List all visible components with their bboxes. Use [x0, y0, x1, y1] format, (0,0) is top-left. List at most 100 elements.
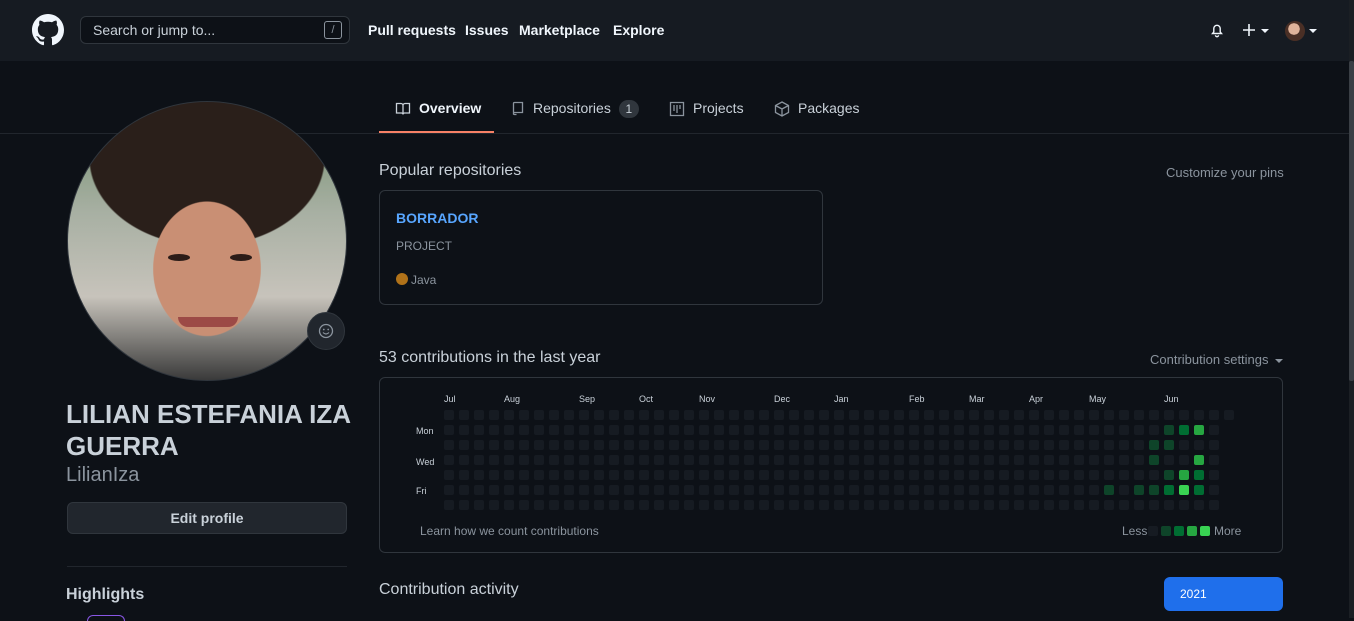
contribution-day-cell[interactable]: [744, 500, 754, 510]
contribution-day-cell[interactable]: [894, 470, 904, 480]
contribution-day-cell[interactable]: [999, 470, 1009, 480]
contribution-day-cell[interactable]: [579, 485, 589, 495]
contribution-day-cell[interactable]: [1104, 500, 1114, 510]
contribution-day-cell[interactable]: [684, 485, 694, 495]
contribution-day-cell[interactable]: [1164, 425, 1174, 435]
contribution-day-cell[interactable]: [1119, 410, 1129, 420]
contribution-day-cell[interactable]: [1149, 425, 1159, 435]
contribution-day-cell[interactable]: [624, 440, 634, 450]
contribution-day-cell[interactable]: [909, 425, 919, 435]
contribution-day-cell[interactable]: [1014, 500, 1024, 510]
contribution-day-cell[interactable]: [744, 470, 754, 480]
contribution-day-cell[interactable]: [474, 500, 484, 510]
contribution-day-cell[interactable]: [759, 455, 769, 465]
contribution-day-cell[interactable]: [1014, 410, 1024, 420]
contribution-day-cell[interactable]: [669, 485, 679, 495]
contribution-day-cell[interactable]: [954, 500, 964, 510]
contribution-day-cell[interactable]: [1209, 470, 1219, 480]
tab-packages[interactable]: Packages: [774, 100, 859, 134]
contribution-day-cell[interactable]: [729, 410, 739, 420]
contribution-day-cell[interactable]: [984, 455, 994, 465]
contribution-day-cell[interactable]: [1149, 470, 1159, 480]
contribution-day-cell[interactable]: [999, 425, 1009, 435]
contribution-day-cell[interactable]: [594, 425, 604, 435]
contribution-day-cell[interactable]: [699, 425, 709, 435]
contribution-day-cell[interactable]: [1014, 425, 1024, 435]
contribution-day-cell[interactable]: [474, 410, 484, 420]
contribution-day-cell[interactable]: [474, 485, 484, 495]
contribution-day-cell[interactable]: [1089, 500, 1099, 510]
contribution-day-cell[interactable]: [609, 500, 619, 510]
contribution-day-cell[interactable]: [564, 470, 574, 480]
contribution-day-cell[interactable]: [774, 485, 784, 495]
contribution-day-cell[interactable]: [744, 410, 754, 420]
contribution-day-cell[interactable]: [1104, 425, 1114, 435]
contribution-day-cell[interactable]: [534, 425, 544, 435]
contribution-day-cell[interactable]: [924, 470, 934, 480]
search-input[interactable]: Search or jump to... /: [80, 16, 350, 44]
contribution-day-cell[interactable]: [774, 500, 784, 510]
contribution-day-cell[interactable]: [459, 470, 469, 480]
contribution-day-cell[interactable]: [1044, 440, 1054, 450]
contribution-day-cell[interactable]: [459, 500, 469, 510]
contribution-day-cell[interactable]: [1194, 485, 1204, 495]
contribution-day-cell[interactable]: [819, 455, 829, 465]
contribution-day-cell[interactable]: [864, 440, 874, 450]
contribution-day-cell[interactable]: [774, 425, 784, 435]
contribution-day-cell[interactable]: [504, 500, 514, 510]
contribution-day-cell[interactable]: [1179, 440, 1189, 450]
contribution-day-cell[interactable]: [594, 485, 604, 495]
contribution-day-cell[interactable]: [1149, 410, 1159, 420]
contribution-day-cell[interactable]: [1059, 455, 1069, 465]
contribution-day-cell[interactable]: [729, 440, 739, 450]
contribution-day-cell[interactable]: [894, 425, 904, 435]
tab-overview[interactable]: Overview: [395, 100, 481, 134]
nav-marketplace[interactable]: Marketplace: [519, 22, 600, 38]
contribution-day-cell[interactable]: [1134, 410, 1144, 420]
contribution-day-cell[interactable]: [984, 440, 994, 450]
contribution-day-cell[interactable]: [984, 500, 994, 510]
contribution-day-cell[interactable]: [609, 470, 619, 480]
contribution-day-cell[interactable]: [489, 410, 499, 420]
contribution-day-cell[interactable]: [789, 500, 799, 510]
contribution-day-cell[interactable]: [699, 410, 709, 420]
contribution-day-cell[interactable]: [999, 500, 1009, 510]
contribution-day-cell[interactable]: [969, 425, 979, 435]
contribution-day-cell[interactable]: [804, 470, 814, 480]
contribution-day-cell[interactable]: [864, 425, 874, 435]
contribution-day-cell[interactable]: [609, 425, 619, 435]
contribution-day-cell[interactable]: [579, 470, 589, 480]
contribution-day-cell[interactable]: [624, 455, 634, 465]
contribution-day-cell[interactable]: [894, 500, 904, 510]
contribution-day-cell[interactable]: [774, 455, 784, 465]
contribution-day-cell[interactable]: [1089, 410, 1099, 420]
contribution-day-cell[interactable]: [1044, 410, 1054, 420]
contribution-day-cell[interactable]: [879, 470, 889, 480]
contribution-day-cell[interactable]: [639, 485, 649, 495]
contribution-day-cell[interactable]: [654, 410, 664, 420]
contribution-day-cell[interactable]: [1074, 410, 1084, 420]
contribution-day-cell[interactable]: [909, 440, 919, 450]
year-2021-button[interactable]: 2021: [1164, 577, 1283, 611]
contribution-day-cell[interactable]: [594, 500, 604, 510]
contribution-day-cell[interactable]: [849, 425, 859, 435]
contribution-day-cell[interactable]: [1209, 410, 1219, 420]
contribution-day-cell[interactable]: [1134, 500, 1144, 510]
contribution-day-cell[interactable]: [849, 470, 859, 480]
contribution-day-cell[interactable]: [1179, 485, 1189, 495]
contribution-day-cell[interactable]: [939, 500, 949, 510]
contribution-day-cell[interactable]: [639, 500, 649, 510]
contribution-day-cell[interactable]: [894, 485, 904, 495]
contribution-day-cell[interactable]: [489, 425, 499, 435]
user-avatar-menu[interactable]: [1285, 21, 1305, 41]
contribution-day-cell[interactable]: [1179, 410, 1189, 420]
contribution-day-cell[interactable]: [939, 470, 949, 480]
contribution-day-cell[interactable]: [654, 470, 664, 480]
contribution-day-cell[interactable]: [1179, 455, 1189, 465]
contribution-day-cell[interactable]: [909, 470, 919, 480]
contribution-day-cell[interactable]: [1104, 440, 1114, 450]
contribution-day-cell[interactable]: [729, 470, 739, 480]
contribution-day-cell[interactable]: [474, 455, 484, 465]
contribution-day-cell[interactable]: [1104, 470, 1114, 480]
contribution-day-cell[interactable]: [954, 485, 964, 495]
